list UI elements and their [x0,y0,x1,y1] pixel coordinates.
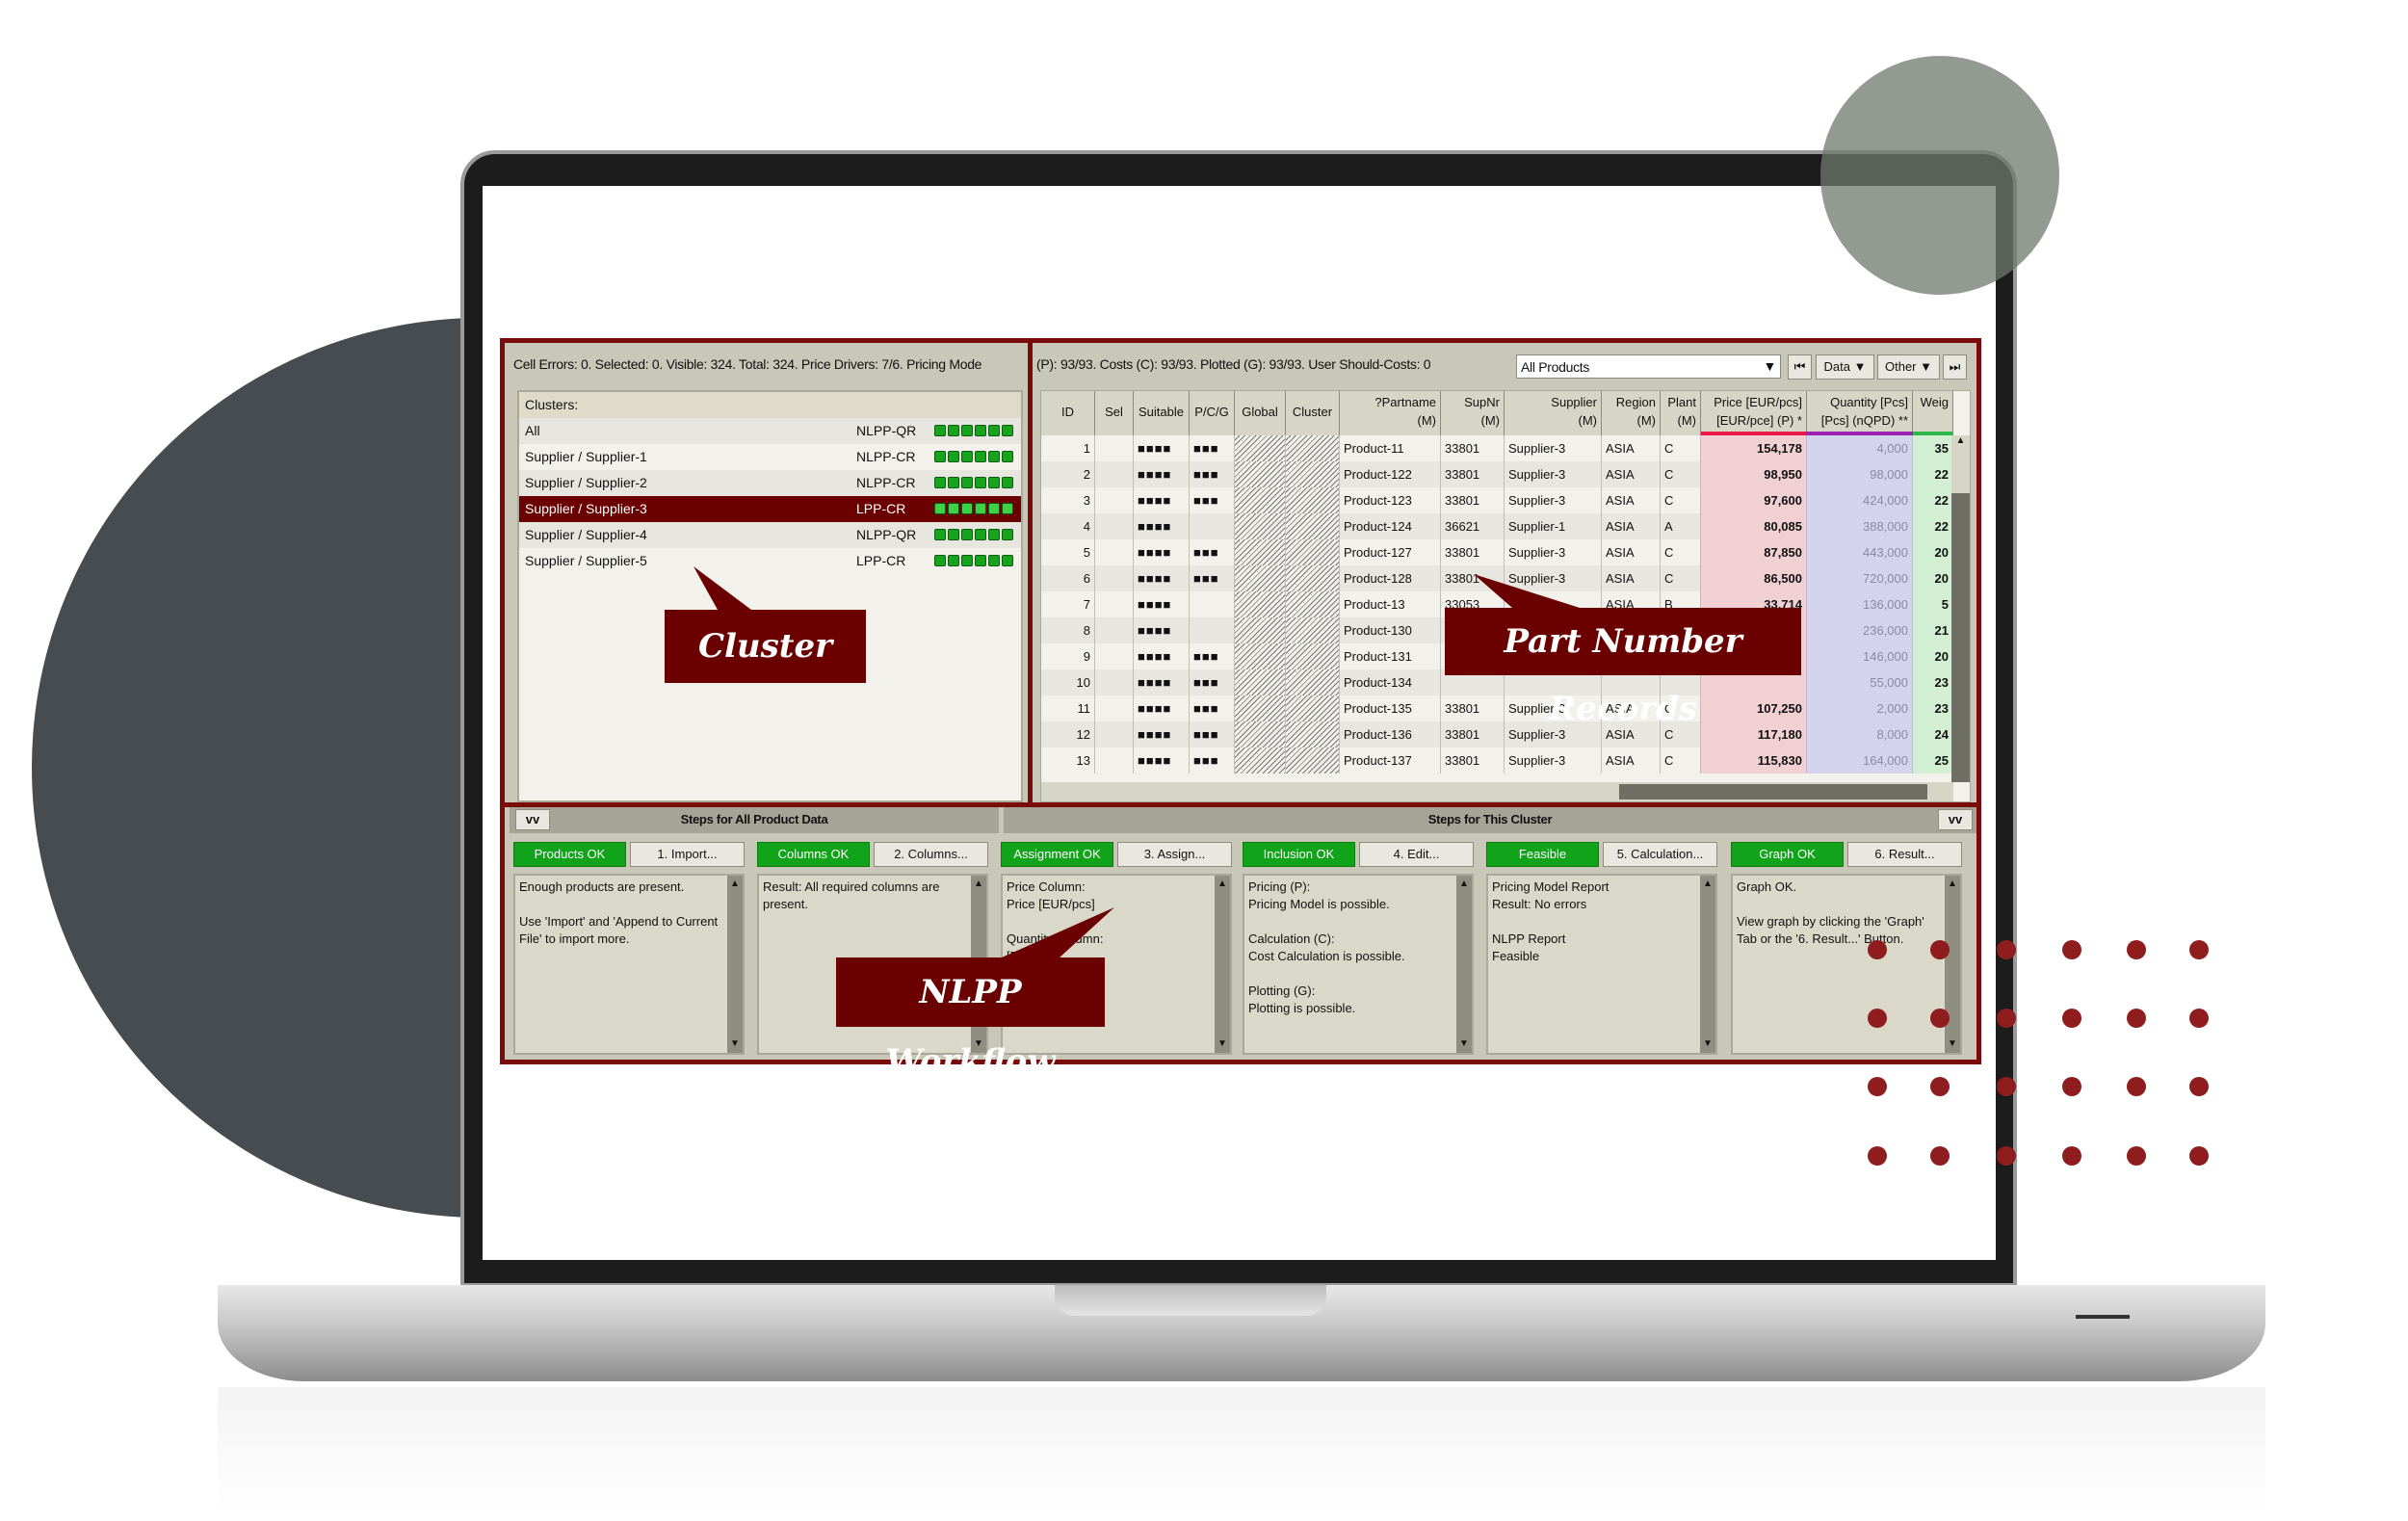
records-callout: Part Number Records [1445,608,1801,728]
decorative-dot [2062,1009,2081,1028]
decorative-dot [2189,1146,2209,1166]
decorative-dot [2189,1077,2209,1096]
decorative-dot [2127,1146,2146,1166]
decorative-dot [2062,1146,2081,1166]
decorative-dot [1868,1077,1887,1096]
decorative-dot [1930,1009,1950,1028]
decorative-dot [1868,940,1887,959]
decorative-dot [1997,1077,2016,1096]
workflow-callout: NLPP Workflow [836,957,1105,1081]
decorative-dot [2062,1077,2081,1096]
workflow-callout-pointer [1002,907,1114,957]
decorative-dot [2062,940,2081,959]
decorative-dot [2127,940,2146,959]
decorative-dot [1868,1146,1887,1166]
decorative-dot [1930,1146,1950,1166]
decorative-dot [2189,1009,2209,1028]
decorative-dot [2189,940,2209,959]
cluster-callout-pointer [694,566,751,610]
callout-pointers [694,566,1580,957]
decorative-dot [1997,1009,2016,1028]
decorative-dot [1930,940,1950,959]
records-callout-pointer [1474,574,1580,608]
decorative-dot [2127,1009,2146,1028]
decorative-dot [1868,1009,1887,1028]
cluster-callout: Cluster [665,610,866,683]
decorative-dot [1930,1077,1950,1096]
decorative-dot [2127,1077,2146,1096]
decorative-dot [1997,1146,2016,1166]
decorative-dot [1997,940,2016,959]
